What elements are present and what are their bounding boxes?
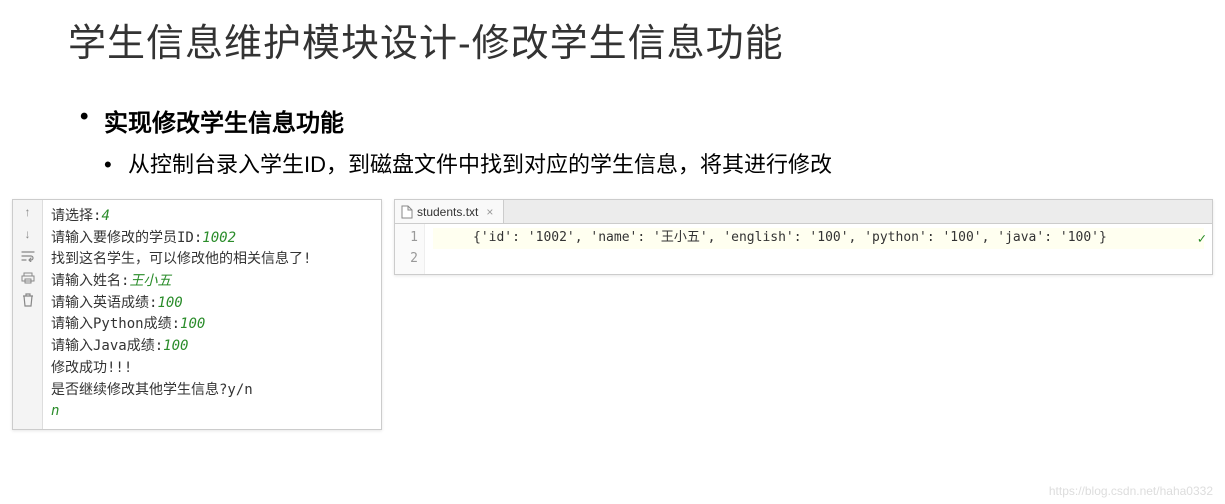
editor-gutter: 1 2: [395, 224, 425, 274]
console-line: 请选择:4: [51, 206, 373, 228]
console-line: 请输入英语成绩:100: [51, 293, 373, 315]
file-icon: [401, 205, 413, 219]
tab-close-icon[interactable]: ×: [486, 205, 493, 219]
print-icon[interactable]: [18, 270, 38, 286]
console-line: 找到这名学生，可以修改他的相关信息了!: [51, 249, 373, 271]
editor-body[interactable]: 1 2 {'id': '1002', 'name': '王小五', 'engli…: [395, 224, 1212, 274]
trash-icon[interactable]: [18, 292, 38, 308]
bullet-sub: 从控制台录入学生ID，到磁盘文件中找到对应的学生信息，将其进行修改: [104, 148, 964, 181]
console-panel: ↑ ↓ 请选择:4 请输入要修改的学员ID:1002 找到这名学生，可以修改他的…: [12, 199, 382, 430]
arrow-up-icon[interactable]: ↑: [18, 204, 38, 220]
console-line: 请输入姓名:王小五: [51, 271, 373, 293]
editor-line: [433, 249, 1204, 270]
check-icon: ✓: [1198, 228, 1206, 250]
editor-tab-label: students.txt: [417, 205, 478, 219]
console-line: 请输入Python成绩:100: [51, 314, 373, 336]
arrow-down-icon[interactable]: ↓: [18, 226, 38, 242]
editor-tab-students[interactable]: students.txt ×: [395, 200, 504, 223]
editor-panel: students.txt × 1 2 {'id': '1002', 'name'…: [394, 199, 1213, 275]
console-line: 请输入要修改的学员ID:1002: [51, 228, 373, 250]
editor-line: {'id': '1002', 'name': '王小五', 'english':…: [433, 228, 1204, 249]
console-line: n: [51, 401, 373, 423]
editor-tabs: students.txt ×: [395, 200, 1212, 224]
editor-content[interactable]: {'id': '1002', 'name': '王小五', 'english':…: [425, 224, 1212, 274]
bullet-main: 实现修改学生信息功能: [80, 103, 1225, 138]
bullet-list: 实现修改学生信息功能 从控制台录入学生ID，到磁盘文件中找到对应的学生信息，将其…: [0, 67, 1225, 181]
panels-row: ↑ ↓ 请选择:4 请输入要修改的学员ID:1002 找到这名学生，可以修改他的…: [0, 181, 1225, 430]
slide-title: 学生信息维护模块设计-修改学生信息功能: [0, 0, 1225, 67]
console-line: 是否继续修改其他学生信息?y/n: [51, 380, 373, 402]
console-toolbar: ↑ ↓: [13, 200, 43, 429]
console-line: 修改成功!!!: [51, 358, 373, 380]
console-line: 请输入Java成绩:100: [51, 336, 373, 358]
watermark: https://blog.csdn.net/haha0332: [1049, 484, 1213, 498]
wrap-icon[interactable]: [18, 248, 38, 264]
console-output[interactable]: 请选择:4 请输入要修改的学员ID:1002 找到这名学生，可以修改他的相关信息…: [43, 200, 381, 429]
